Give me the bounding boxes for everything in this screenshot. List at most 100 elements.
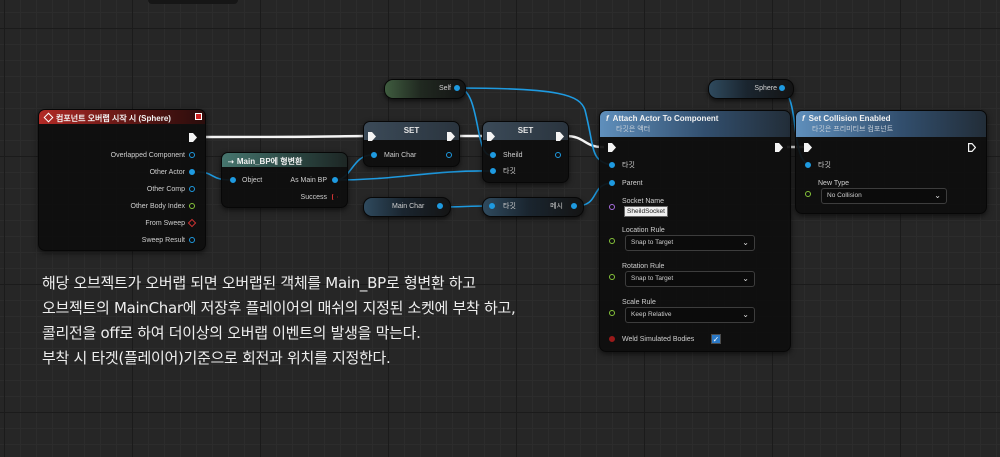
caption-line-3: 콜리전을 off로 하여 더이상의 오버랩 이벤트의 발생을 막는다. xyxy=(42,324,421,342)
location-rule-dropdown[interactable]: Snap to Target ⌄ xyxy=(625,235,755,251)
set-2-pin-label: Sheild xyxy=(503,152,523,159)
mesh-getter-node[interactable]: 타깃 메시 xyxy=(482,197,584,217)
caption-line-1: 해당 오브젝트가 오버랩 되면 오버랩된 객체를 Main_BP로 형변환 하고 xyxy=(42,274,476,292)
output-sweep-result: Sweep Result xyxy=(141,237,185,244)
collision-exec-in[interactable] xyxy=(804,143,812,152)
pin-cast-success[interactable] xyxy=(332,194,338,200)
cast-object-label: Object xyxy=(242,177,263,184)
scale-rule-value: Keep Relative xyxy=(631,311,672,318)
pin-from-sweep[interactable] xyxy=(187,218,197,228)
pin-set-2-out[interactable] xyxy=(555,152,561,158)
pin-attach-parent[interactable] xyxy=(609,180,615,186)
caption-block: 해당 오브젝트가 오버랩 되면 오버랩된 객체를 Main_BP로 형변환 하고… xyxy=(42,275,612,375)
chevron-down-icon: ⌄ xyxy=(742,238,749,247)
rotation-rule-label: Rotation Rule xyxy=(622,263,665,270)
main-char-getter-label: Main Char xyxy=(392,203,425,210)
event-icon xyxy=(43,112,54,123)
pin-attach-target[interactable] xyxy=(609,162,615,168)
output-from-sweep: From Sweep xyxy=(145,220,185,227)
set-1-exec-in[interactable] xyxy=(368,132,376,141)
pin-new-type[interactable] xyxy=(805,191,811,197)
socket-name-label: Socket Name xyxy=(622,198,665,205)
set-node-1-title: SET xyxy=(364,122,459,140)
function-icon: f xyxy=(802,114,805,123)
set-node-main-char[interactable]: SET Main Char xyxy=(363,121,460,167)
collision-target-label: 타깃 xyxy=(818,162,831,169)
self-label: Self xyxy=(438,85,451,92)
pin-set-2-sheild[interactable] xyxy=(490,152,496,158)
cast-node-header: ⇢ Main_BP에 형변환 xyxy=(222,153,347,167)
main-char-getter-node[interactable]: Main Char xyxy=(363,197,451,217)
event-node-title: 컴포넌트 오버랩 시작 시 (Sphere) xyxy=(56,114,171,123)
attach-node-subtitle: 타깃은 액터 xyxy=(616,126,651,133)
pin-collision-target[interactable] xyxy=(805,162,811,168)
sphere-label: Sphere xyxy=(754,85,777,92)
output-other-body-index: Other Body Index xyxy=(130,203,185,210)
pin-socket-name[interactable] xyxy=(609,204,615,210)
output-overlapped-component: Overlapped Component xyxy=(110,152,185,159)
location-rule-value: Snap to Target xyxy=(631,239,674,246)
event-close-icon[interactable] xyxy=(195,113,202,120)
pin-sweep-result[interactable] xyxy=(189,237,195,243)
attach-actor-node[interactable]: f Attach Actor To Component 타깃은 액터 타깃 Par… xyxy=(599,110,791,352)
new-type-value: No Collision xyxy=(827,192,862,199)
self-getter-node[interactable]: Self xyxy=(384,79,466,99)
pin-sphere-out[interactable] xyxy=(779,85,785,91)
sphere-getter-node[interactable]: Sphere xyxy=(708,79,794,99)
socket-name-input[interactable]: SheildSocket xyxy=(624,206,668,217)
pin-mesh-target[interactable] xyxy=(489,203,495,209)
cast-node-main-bp[interactable]: ⇢ Main_BP에 형변환 Object As Main BP Success xyxy=(221,152,348,208)
attach-node-title: Attach Actor To Component xyxy=(612,114,719,123)
attach-target-label: 타깃 xyxy=(622,162,635,169)
attach-exec-out[interactable] xyxy=(775,143,783,152)
collision-exec-out[interactable] xyxy=(968,143,976,152)
set-collision-node[interactable]: f Set Collision Enabled 타깃은 프리미티브 컴포넌트 타깃… xyxy=(795,110,987,214)
location-rule-label: Location Rule xyxy=(622,227,665,234)
set-node-sheild[interactable]: SET Sheild 타깃 xyxy=(482,121,569,183)
pin-other-body-index[interactable] xyxy=(189,203,195,209)
weld-checkbox[interactable]: ✓ xyxy=(711,334,721,344)
pin-cast-as[interactable] xyxy=(332,177,338,183)
caption-line-2: 오브젝트의 MainChar에 저장후 플레이어의 매쉬의 지정된 소켓에 부착… xyxy=(42,299,516,317)
chevron-down-icon: ⌄ xyxy=(742,274,749,283)
checkmark-icon: ✓ xyxy=(712,335,720,344)
collision-node-title: Set Collision Enabled xyxy=(808,114,891,123)
attach-node-header: f Attach Actor To Component 타깃은 액터 xyxy=(600,111,790,137)
output-other-comp: Other Comp xyxy=(146,186,185,193)
cast-as-label: As Main BP xyxy=(290,177,327,184)
chevron-down-icon: ⌄ xyxy=(742,310,749,319)
cast-success-label: Success xyxy=(300,194,327,201)
scale-rule-dropdown[interactable]: Keep Relative ⌄ xyxy=(625,307,755,323)
event-node-begin-overlap[interactable]: 컴포넌트 오버랩 시작 시 (Sphere) Overlapped Compon… xyxy=(38,109,206,251)
pin-other-actor[interactable] xyxy=(189,169,195,175)
attach-exec-in[interactable] xyxy=(608,143,616,152)
cast-icon: ⇢ xyxy=(228,159,234,166)
mesh-output-label: 메시 xyxy=(550,203,563,210)
attach-parent-label: Parent xyxy=(622,180,643,187)
pin-set-2-target[interactable] xyxy=(490,168,496,174)
exec-out-pin[interactable] xyxy=(189,133,197,142)
top-partial-node xyxy=(148,0,238,4)
pin-overlapped-component[interactable] xyxy=(189,152,195,158)
set-2-exec-out[interactable] xyxy=(556,132,564,141)
pin-cast-object[interactable] xyxy=(230,177,236,183)
set-2-exec-in[interactable] xyxy=(487,132,495,141)
pin-set-1-out[interactable] xyxy=(446,152,452,158)
output-other-actor: Other Actor xyxy=(149,169,185,176)
pin-other-comp[interactable] xyxy=(189,186,195,192)
pin-main-char-getter-out[interactable] xyxy=(437,203,443,209)
new-type-dropdown[interactable]: No Collision ⌄ xyxy=(821,188,947,204)
rotation-rule-dropdown[interactable]: Snap to Target ⌄ xyxy=(625,271,755,287)
set-2-target-label: 타깃 xyxy=(503,168,516,175)
event-node-header: 컴포넌트 오버랩 시작 시 (Sphere) xyxy=(39,110,205,124)
set-1-exec-out[interactable] xyxy=(447,132,455,141)
rotation-rule-value: Snap to Target xyxy=(631,275,674,282)
weld-label: Weld Simulated Bodies xyxy=(622,336,695,343)
pin-set-1-main-char[interactable] xyxy=(371,152,377,158)
caption-line-4: 부착 시 타겟(플레이어)기준으로 회전과 위치를 지정한다. xyxy=(42,349,391,367)
pin-self-out[interactable] xyxy=(454,85,460,91)
scale-rule-label: Scale Rule xyxy=(622,299,656,306)
pin-mesh-out[interactable] xyxy=(571,203,577,209)
pin-location-rule[interactable] xyxy=(609,238,615,244)
cast-node-title: Main_BP에 형변환 xyxy=(236,157,303,166)
